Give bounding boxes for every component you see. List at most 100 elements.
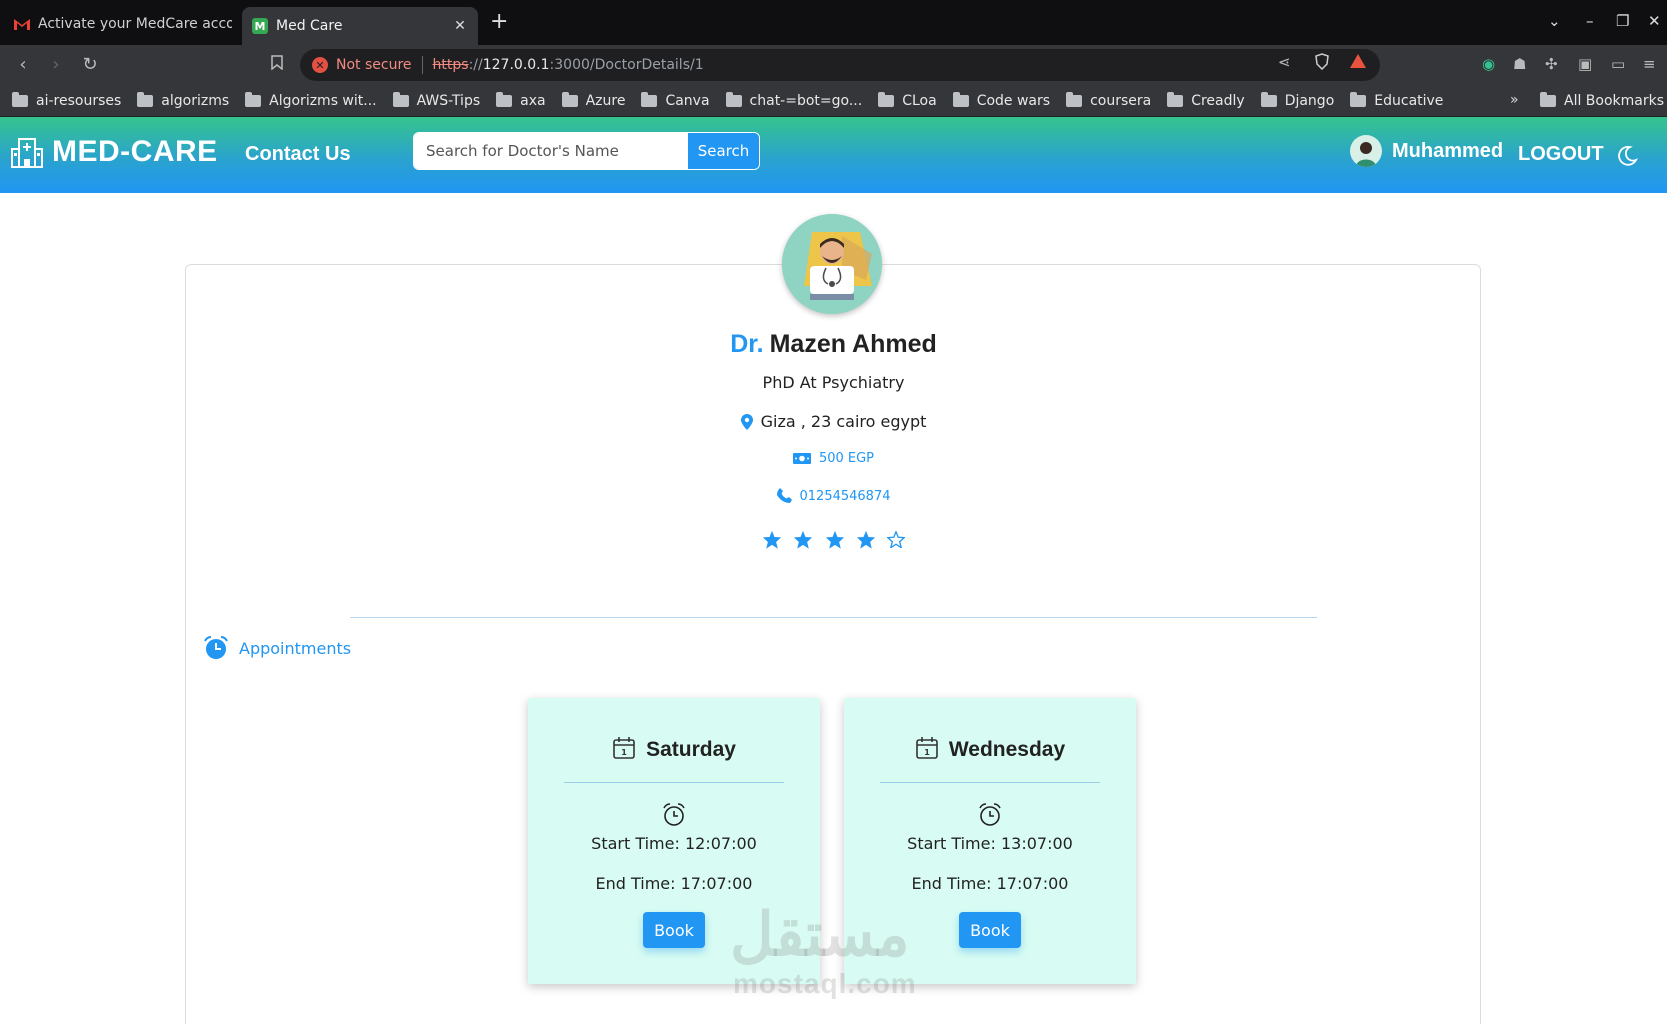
forward-icon[interactable]: ›: [45, 54, 67, 75]
star-filled-icon: [763, 530, 782, 549]
book-button[interactable]: Book: [643, 912, 705, 948]
tab-gmail[interactable]: Activate your MedCare acco: [4, 8, 242, 40]
folder-icon: [245, 91, 262, 107]
phone-icon: [776, 488, 792, 503]
bookmark-folder[interactable]: Creadly: [1167, 91, 1245, 109]
folder-icon: [1260, 91, 1277, 107]
bookmark-folder[interactable]: Educative: [1350, 91, 1443, 109]
address-bar[interactable]: ✕ Not secure https://127.0.0.1:3000/Doct…: [300, 49, 1380, 81]
folder-icon: [1350, 91, 1367, 107]
tab-title: Activate your MedCare acco: [38, 16, 232, 32]
bookmark-page-icon[interactable]: [266, 54, 288, 75]
folder-icon: [641, 91, 658, 107]
folder-icon: [496, 91, 513, 107]
bookmark-label: AWS-Tips: [416, 92, 481, 109]
brave-shield-icon[interactable]: [1314, 53, 1330, 74]
security-label: Not secure: [336, 57, 412, 73]
slot-divider: [880, 782, 1100, 783]
all-bookmarks[interactable]: All Bookmarks: [1540, 85, 1664, 117]
bookmark-label: ai-resourses: [36, 92, 122, 109]
brave-rewards-icon[interactable]: [1349, 53, 1367, 73]
wallet-icon[interactable]: ▭: [1611, 55, 1625, 73]
reload-icon[interactable]: ↻: [79, 54, 101, 75]
folder-icon: [952, 91, 969, 107]
bookmark-folder[interactable]: coursera: [1066, 91, 1151, 109]
slot-end-time: End Time: 17:07:00: [911, 874, 1069, 893]
slot-day: 1 Wednesday: [844, 736, 1136, 762]
tab-search-icon[interactable]: ⌄: [1548, 12, 1561, 30]
doctor-search: Search: [413, 132, 760, 170]
minimize-icon[interactable]: –: [1586, 12, 1594, 30]
bookmark-label: Algorizms wit...: [269, 92, 377, 109]
location-pin-icon: [740, 414, 753, 430]
close-window-icon[interactable]: ✕: [1648, 12, 1661, 30]
tab-title: Med Care: [276, 18, 343, 34]
back-icon[interactable]: ‹: [12, 54, 34, 75]
doctor-full-name: Mazen Ahmed: [769, 330, 937, 358]
hospital-icon: [11, 138, 43, 168]
user-profile[interactable]: Muhammed: [1350, 135, 1503, 167]
bookmark-label: algorizms: [161, 92, 230, 109]
doctor-search-input[interactable]: [414, 133, 687, 169]
bookmark-folder[interactable]: axa: [496, 91, 546, 109]
slot-day-label: Saturday: [646, 738, 736, 761]
app-navbar: MED-CARE Contact Us Search Muhammed LOGO…: [0, 117, 1667, 193]
sidebar-icon[interactable]: ▣: [1578, 55, 1592, 73]
extension-icon[interactable]: ☗: [1513, 55, 1526, 73]
appointments-heading: Appointments: [203, 635, 351, 661]
appointments-title: Appointments: [239, 638, 352, 658]
search-button[interactable]: Search: [687, 133, 759, 169]
avatar: [1350, 135, 1382, 167]
folder-icon: [392, 91, 409, 107]
dark-mode-toggle-icon[interactable]: [1616, 145, 1639, 171]
bookmark-folder[interactable]: Code wars: [952, 91, 1050, 109]
slot-divider: [564, 782, 784, 783]
extension-vpn-icon[interactable]: ◉: [1482, 55, 1495, 73]
brand-logo[interactable]: MED-CARE: [10, 135, 218, 169]
star-empty-icon: [886, 531, 905, 548]
bookmark-folder[interactable]: CLoa: [878, 91, 937, 109]
bookmark-folder[interactable]: algorizms: [137, 91, 230, 109]
alarm-clock-icon: [204, 636, 228, 659]
slot-day-label: Wednesday: [948, 738, 1066, 761]
new-tab-icon[interactable]: +: [490, 11, 508, 33]
star-filled-icon: [825, 530, 844, 549]
book-button[interactable]: Book: [959, 912, 1021, 948]
bookmark-folder[interactable]: Canva: [641, 91, 710, 109]
section-divider: [350, 617, 1317, 618]
maximize-icon[interactable]: ❐: [1616, 12, 1629, 30]
user-name: Muhammed: [1392, 139, 1504, 162]
bookmark-label: CLoa: [902, 92, 937, 109]
close-tab-icon[interactable]: ✕: [452, 18, 468, 34]
calendar-icon: 1: [613, 737, 635, 759]
slot-start-time: Start Time: 13:07:00: [907, 834, 1073, 853]
folder-icon: [878, 91, 895, 107]
url-scheme: https: [432, 57, 469, 73]
doctor-name: Dr. Mazen Ahmed: [0, 330, 1667, 359]
doctor-phone[interactable]: 01254546874: [0, 488, 1667, 504]
bookmarks-bar: ai-resourses algorizms Algorizms wit... …: [0, 85, 1667, 117]
bookmark-folder[interactable]: chat-=bot=go...: [725, 91, 862, 109]
bookmark-folder[interactable]: ai-resourses: [12, 91, 122, 109]
money-icon: [792, 453, 811, 464]
folder-icon: [725, 91, 742, 107]
not-secure-icon: ✕: [312, 57, 328, 73]
extensions-puzzle-icon[interactable]: ✣: [1545, 55, 1558, 73]
contact-us-link[interactable]: Contact Us: [245, 143, 351, 166]
logout-button[interactable]: LOGOUT: [1518, 143, 1604, 166]
tab-med-care[interactable]: M Med Care ✕: [242, 7, 478, 45]
url-host: 127.0.0.1: [482, 57, 550, 73]
url-path: :3000/DoctorDetails/1: [549, 57, 704, 73]
doctor-prefix: Dr.: [730, 330, 764, 358]
bookmark-folder[interactable]: Algorizms wit...: [245, 91, 377, 109]
star-filled-icon: [856, 530, 875, 549]
bookmark-folder[interactable]: Django: [1260, 91, 1334, 109]
menu-icon[interactable]: ≡: [1643, 55, 1656, 73]
url-scheme-separator: ://: [468, 57, 483, 73]
share-icon[interactable]: ⋖: [1278, 53, 1291, 71]
doctor-degree: PhD At Psychiatry: [762, 373, 905, 392]
doctor-address-text: Giza , 23 cairo egypt: [760, 412, 927, 431]
bookmark-folder[interactable]: Azure: [561, 91, 625, 109]
bookmark-folder[interactable]: AWS-Tips: [392, 91, 481, 109]
bookmarks-overflow-icon[interactable]: »: [1510, 92, 1519, 108]
